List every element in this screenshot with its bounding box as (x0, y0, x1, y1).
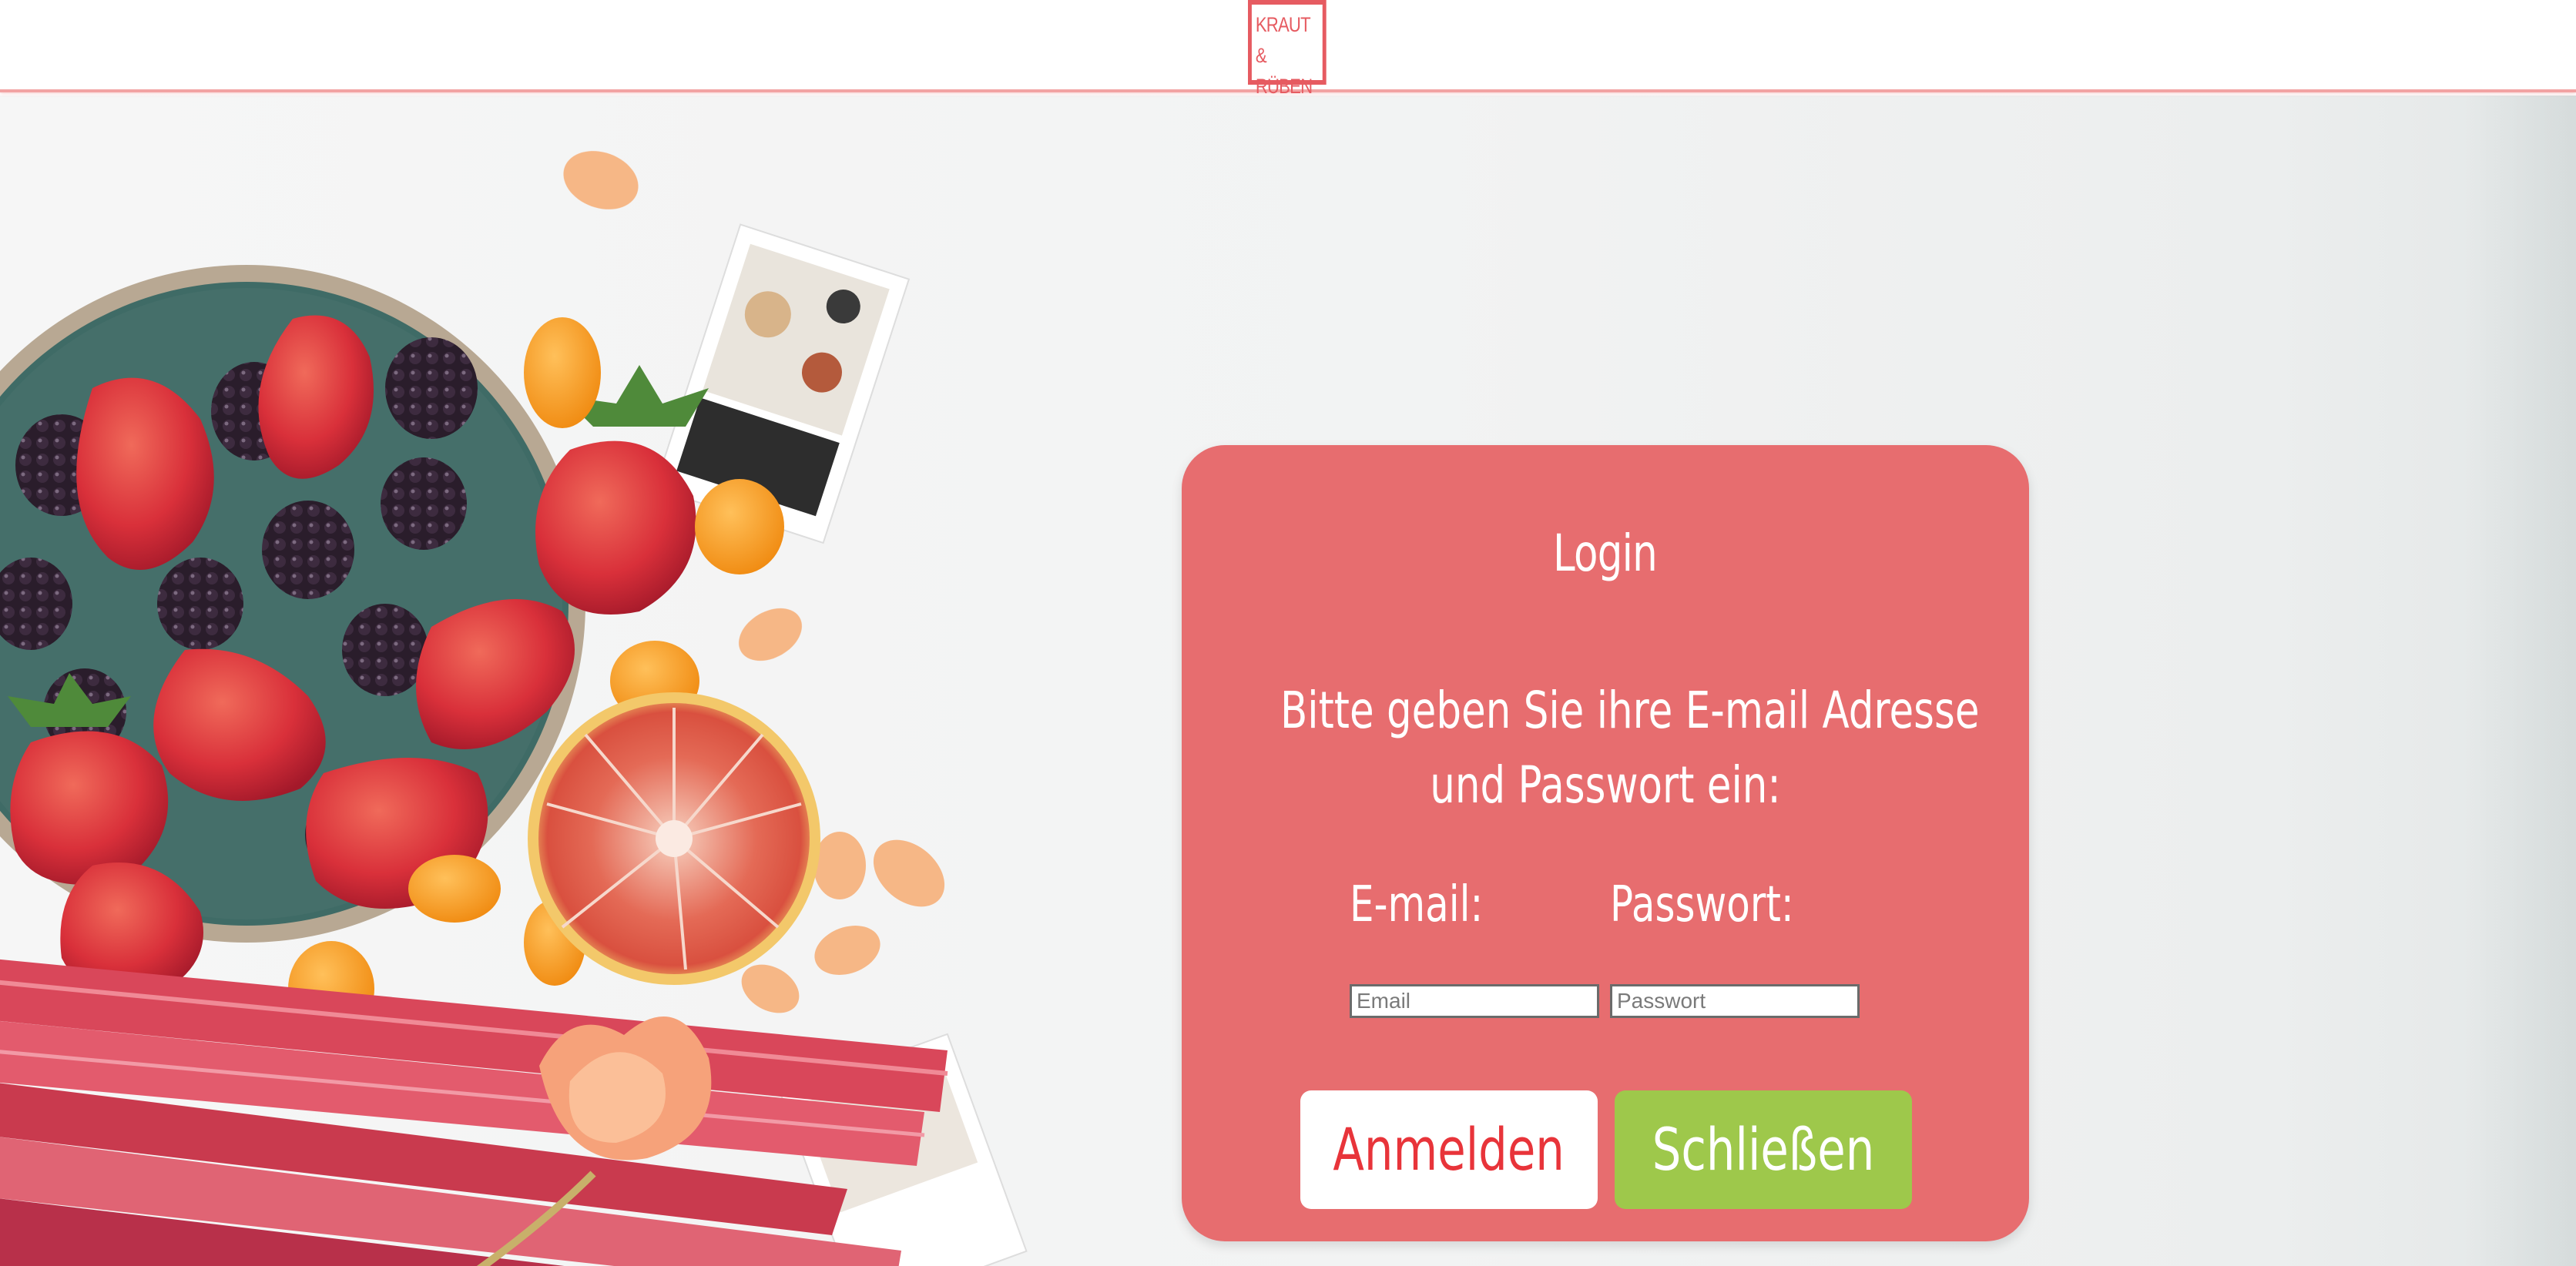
grapefruit-half (528, 692, 820, 985)
hero-background: Login Bitte geben Sie ihre E-mail Adress… (0, 95, 2576, 1266)
password-field[interactable] (1610, 984, 1860, 1018)
hero-edge-shade (2465, 95, 2576, 1266)
email-label: E-mail: (1350, 876, 1484, 933)
email-field[interactable] (1350, 984, 1599, 1018)
instruction-line-1: Bitte geben Sie ihre E-mail Adresse (1280, 681, 1980, 740)
close-button-label: Schließen (1652, 1115, 1875, 1184)
logo-line-1: KRAUT & (1255, 13, 1310, 67)
login-button-label: Anmelden (1333, 1115, 1565, 1184)
fruit-background-image (0, 151, 1028, 1266)
instruction-line-2: und Passwort ein: (1430, 755, 1781, 815)
login-instructions: Bitte geben Sie ihre E-mail Adresse und … (1182, 673, 2029, 822)
login-title: Login (1182, 522, 2029, 584)
brand-logo[interactable]: KRAUT & RÜBEN (1248, 0, 1327, 98)
password-label: Passwort: (1610, 876, 1794, 933)
login-button[interactable]: Anmelden (1300, 1090, 1598, 1209)
login-title-text: Login (1553, 524, 1659, 583)
rhubarb-stalks (0, 959, 948, 1266)
site-header: KRAUT & RÜBEN (0, 0, 2576, 98)
close-button[interactable]: Schließen (1615, 1090, 1912, 1209)
login-card: Login Bitte geben Sie ihre E-mail Adress… (1182, 445, 2029, 1241)
logo-line-2: RÜBEN (1255, 75, 1313, 98)
